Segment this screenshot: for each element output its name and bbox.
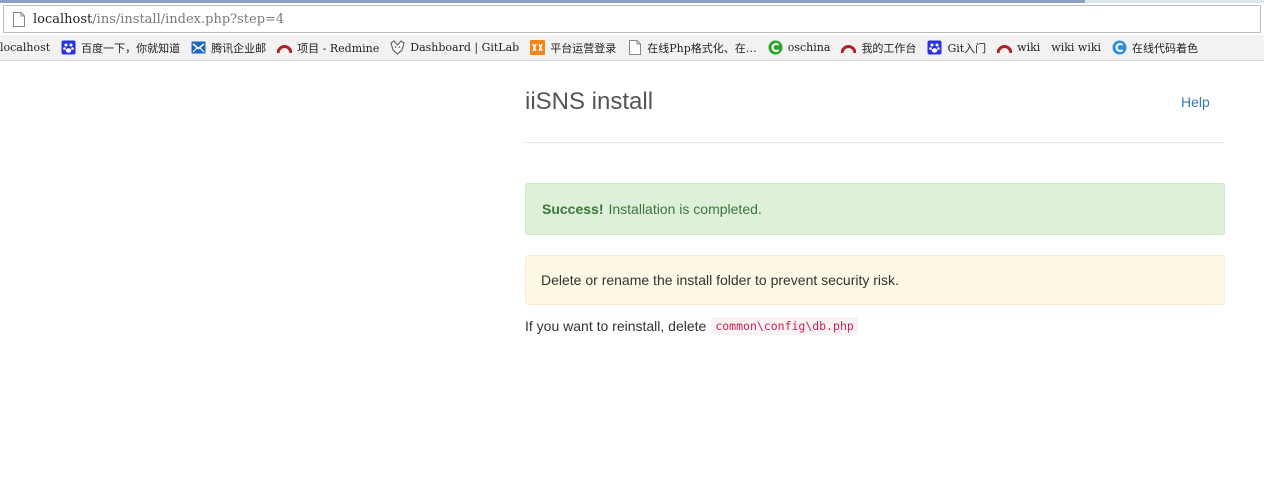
bookmark-label: 百度一下，你就知道 [81,41,181,55]
baidu-paw-icon [61,40,76,55]
bookmark-label: 项目 - Redmine [297,41,380,55]
bookmark-wiki-wiki[interactable]: wiki wiki [1051,41,1101,54]
platform-icon [530,40,546,55]
bookmark-baidu[interactable]: 百度一下，你就知道 [61,40,180,56]
oschina-icon [768,40,783,55]
config-file-path: common\config\db.php [711,317,858,335]
redmine-icon [997,40,1013,55]
bookmark-label: 在线Php格式化、在… [647,41,757,55]
bookmark-workbench[interactable]: 我的工作台 [841,40,916,56]
bookmark-label: 我的工作台 [861,41,917,55]
bookmark-tencent-mail[interactable]: 腾讯企业邮 [191,40,266,56]
bookmark-label: Git入门 [947,41,987,55]
bookmark-label: Dashboard | GitLab [410,41,520,54]
url-path: /ins/install/index.php?step=4 [92,11,285,27]
bookmark-label: 平台运营登录 [550,41,617,55]
warning-alert-text: Delete or rename the install folder to p… [541,272,899,288]
c-icon [1112,40,1127,55]
bookmark-label: 腾讯企业邮 [211,41,267,55]
reinstall-note: If you want to reinstall, delete common\… [525,317,858,335]
bookmark-redmine[interactable]: 项目 - Redmine [277,40,379,56]
bookmark-wiki[interactable]: wiki [997,40,1040,55]
tencent-mail-icon [191,40,206,55]
gitlab-fox-icon [390,40,405,55]
bookmark-gitlab[interactable]: Dashboard | GitLab [390,40,519,55]
url-text[interactable]: localhost/ins/install/index.php?step=4 [33,12,284,27]
success-alert: Success! Installation is completed. [525,183,1225,235]
reinstall-text: If you want to reinstall, delete [525,318,707,334]
help-link[interactable]: Help [1181,94,1210,110]
bookmark-label: wiki wiki [1051,41,1102,54]
bookmark-platform[interactable]: 平台运营登录 [530,40,616,56]
bookmark-git-intro[interactable]: Git入门 [927,40,986,56]
redmine-icon [277,40,293,55]
success-alert-text: Installation is completed. [608,201,762,217]
page-title: iiSNS install [525,88,654,115]
bookmark-oschina[interactable]: oschina [768,40,831,55]
bookmark-label: 在线代码着色 [1132,41,1199,55]
bookmark-php-formatter[interactable]: 在线Php格式化、在… [627,40,757,56]
page-icon [627,40,642,55]
browser-tab-strip [0,0,1264,3]
baidu-paw-icon [927,40,942,55]
bookmark-code-color[interactable]: 在线代码着色 [1112,40,1198,56]
redmine-icon [841,40,857,55]
success-alert-strong: Success! [542,201,604,217]
url-host: localhost [33,11,93,27]
bookmark-localhost[interactable]: localhost [0,41,50,54]
page-icon [13,11,25,27]
bookmark-label: oschina [787,41,831,54]
active-tab-edge [0,0,1085,3]
address-bar[interactable]: localhost/ins/install/index.php?step=4 [3,5,1261,33]
bookmark-label: localhost [0,41,51,54]
warning-alert: Delete or rename the install folder to p… [525,255,1225,305]
bookmarks-bar: localhost 百度一下，你就知道 腾讯企业邮 项目 - Redmine D… [0,35,1264,61]
header-divider [525,142,1225,143]
bookmark-label: wiki [1017,41,1041,54]
